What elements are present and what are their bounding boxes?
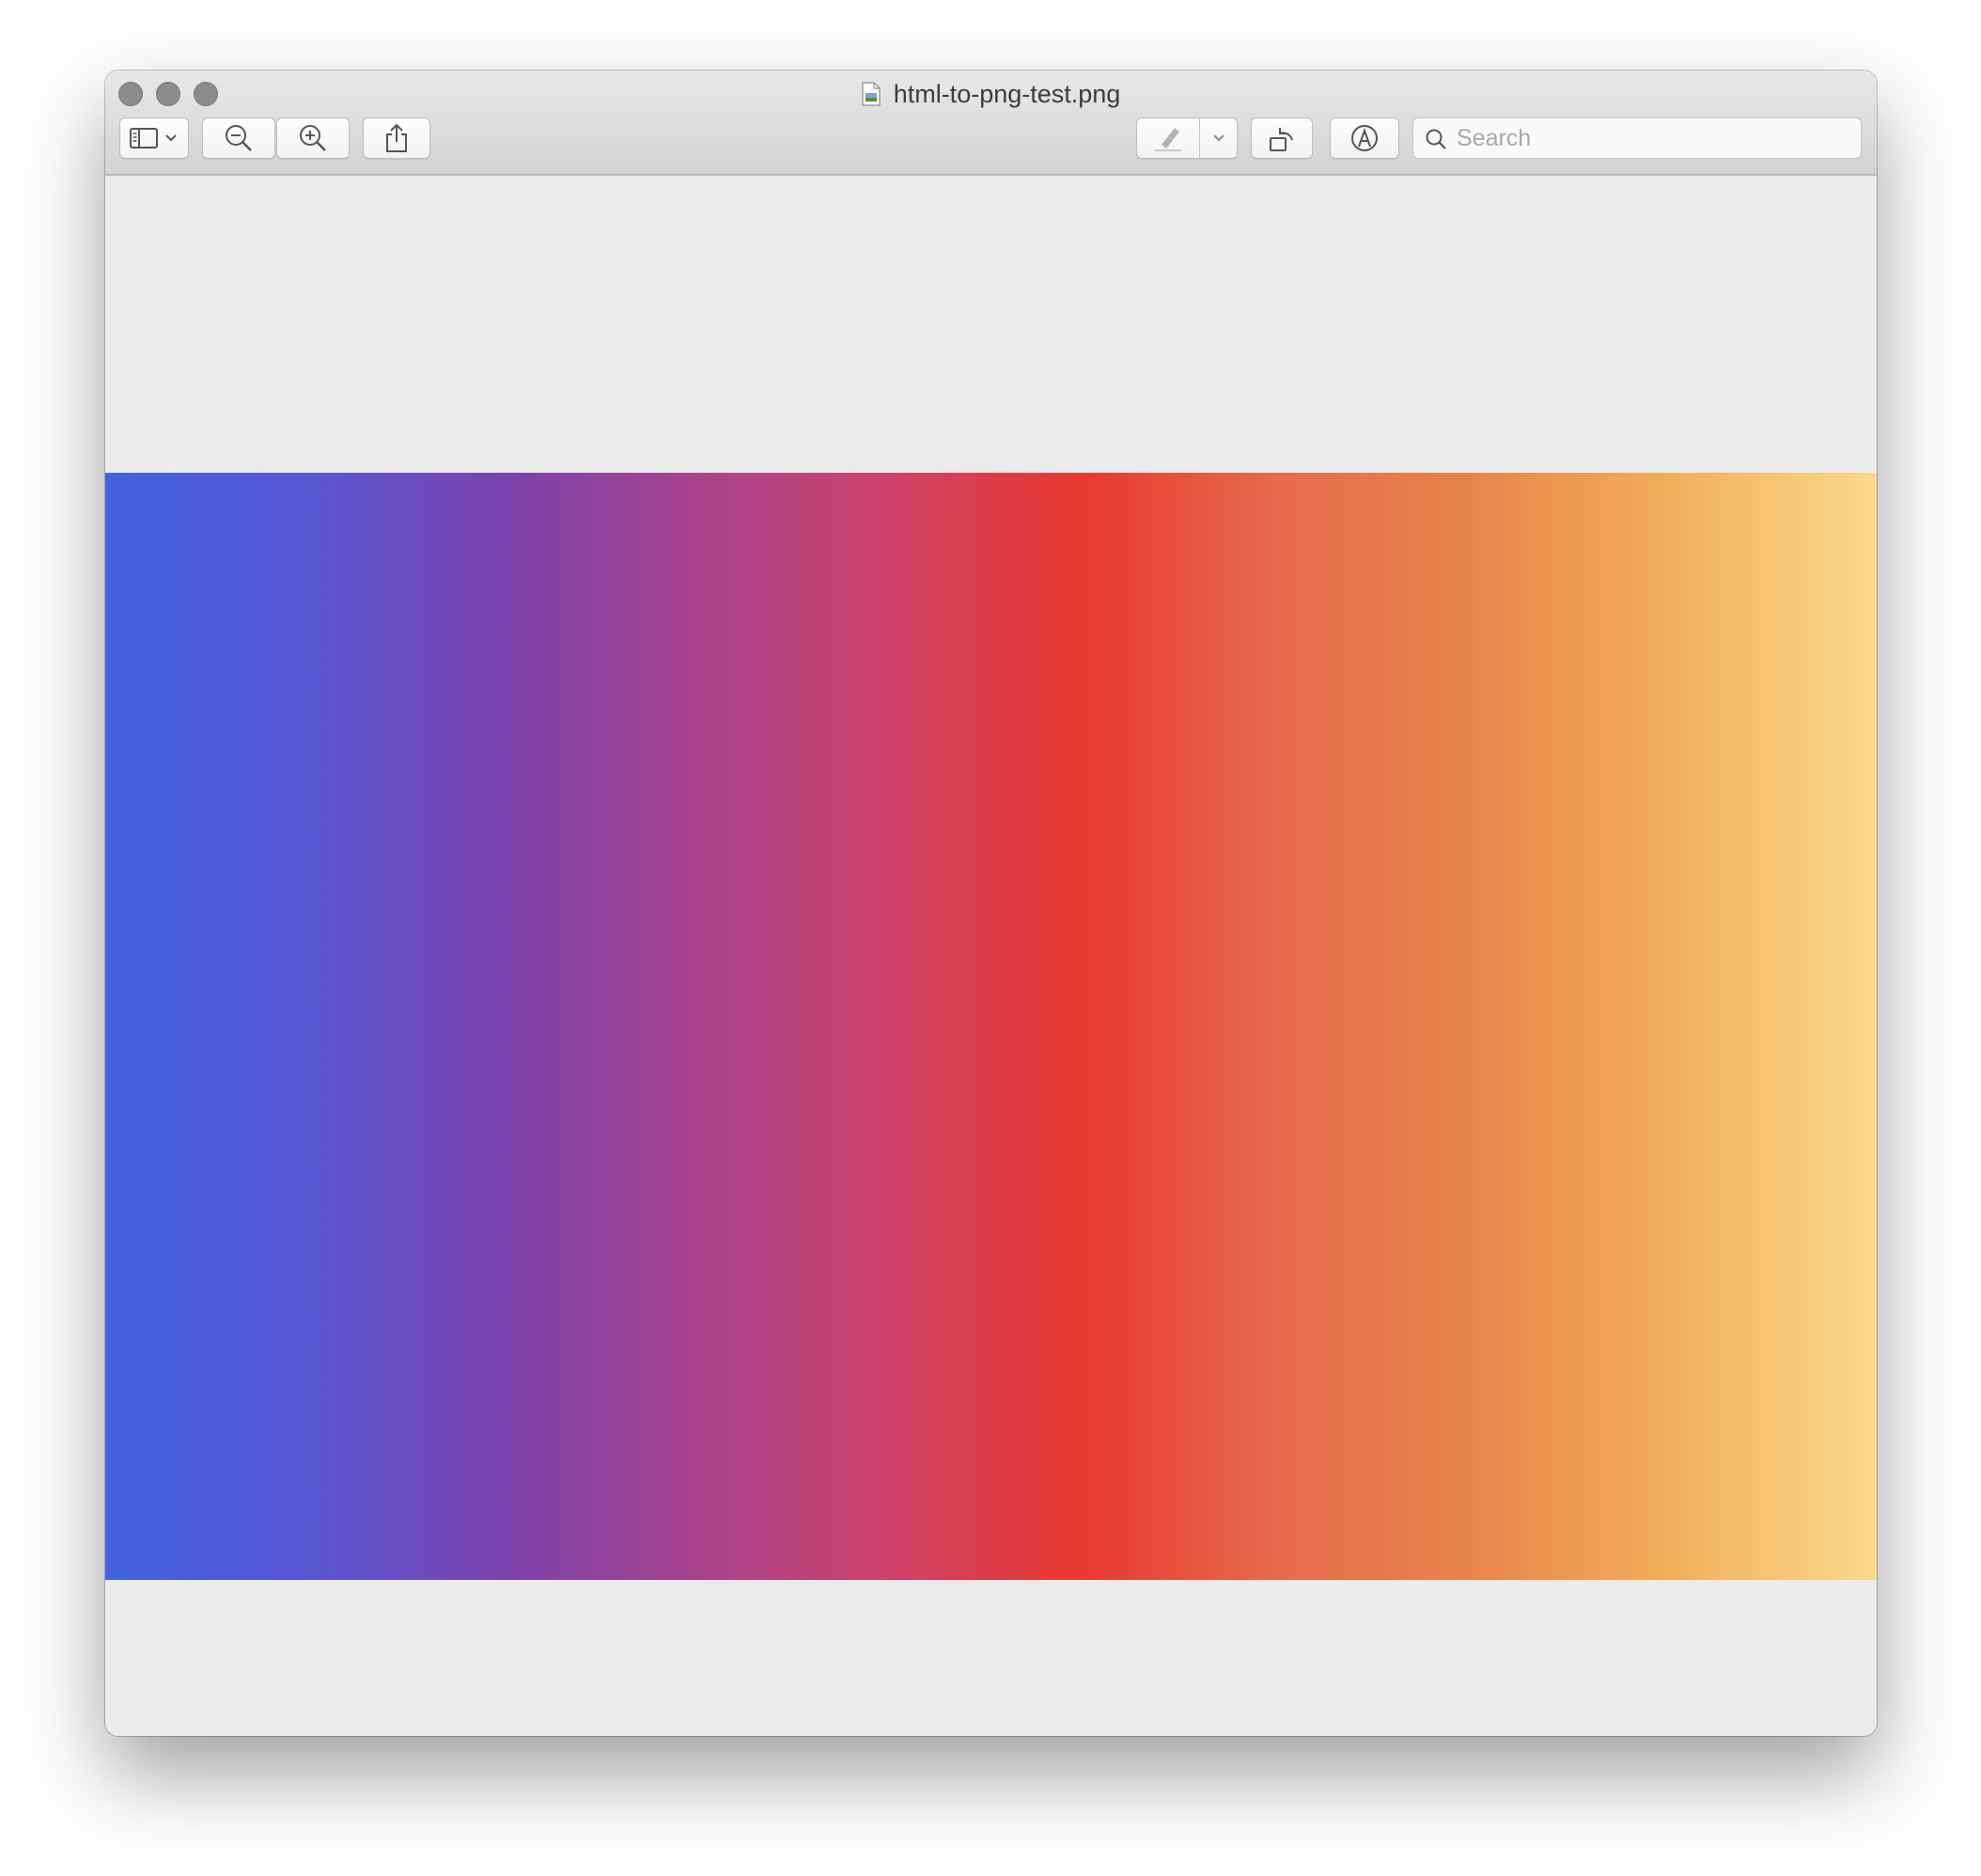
- highlight-options-segment[interactable]: [1200, 118, 1238, 158]
- pen-icon: [1155, 128, 1181, 151]
- document-icon: [862, 82, 881, 106]
- markup-button[interactable]: [1330, 117, 1399, 159]
- rotate-left-icon: [1270, 128, 1293, 151]
- share-icon: [386, 123, 407, 152]
- document-canvas[interactable]: [105, 176, 1877, 1736]
- preview-window: html-to-png-test.png: [105, 70, 1877, 1736]
- zoom-out-button[interactable]: [202, 117, 275, 159]
- window-title-text: html-to-png-test.png: [893, 80, 1121, 108]
- pen-segment[interactable]: [1137, 118, 1199, 158]
- markup-icon: [1351, 125, 1378, 151]
- gradient-image: [105, 473, 1877, 1580]
- title-bar[interactable]: html-to-png-test.png: [105, 70, 1877, 176]
- search-icon: [1426, 129, 1446, 149]
- share-button[interactable]: [363, 117, 430, 159]
- sidebar-icon: [130, 128, 158, 149]
- zoom-in-button[interactable]: [276, 117, 350, 159]
- highlight-button[interactable]: [1136, 117, 1238, 159]
- zoom-out-icon: [226, 125, 252, 151]
- search-input[interactable]: [1457, 122, 1851, 154]
- sidebar-toggle-button[interactable]: [119, 117, 189, 159]
- search-field[interactable]: [1412, 117, 1862, 159]
- zoom-in-icon: [300, 125, 326, 151]
- chevron-down-icon: [1213, 134, 1224, 142]
- chevron-down-icon: [165, 134, 177, 142]
- rotate-button[interactable]: [1251, 117, 1313, 159]
- window-title: html-to-png-test.png: [105, 78, 1877, 110]
